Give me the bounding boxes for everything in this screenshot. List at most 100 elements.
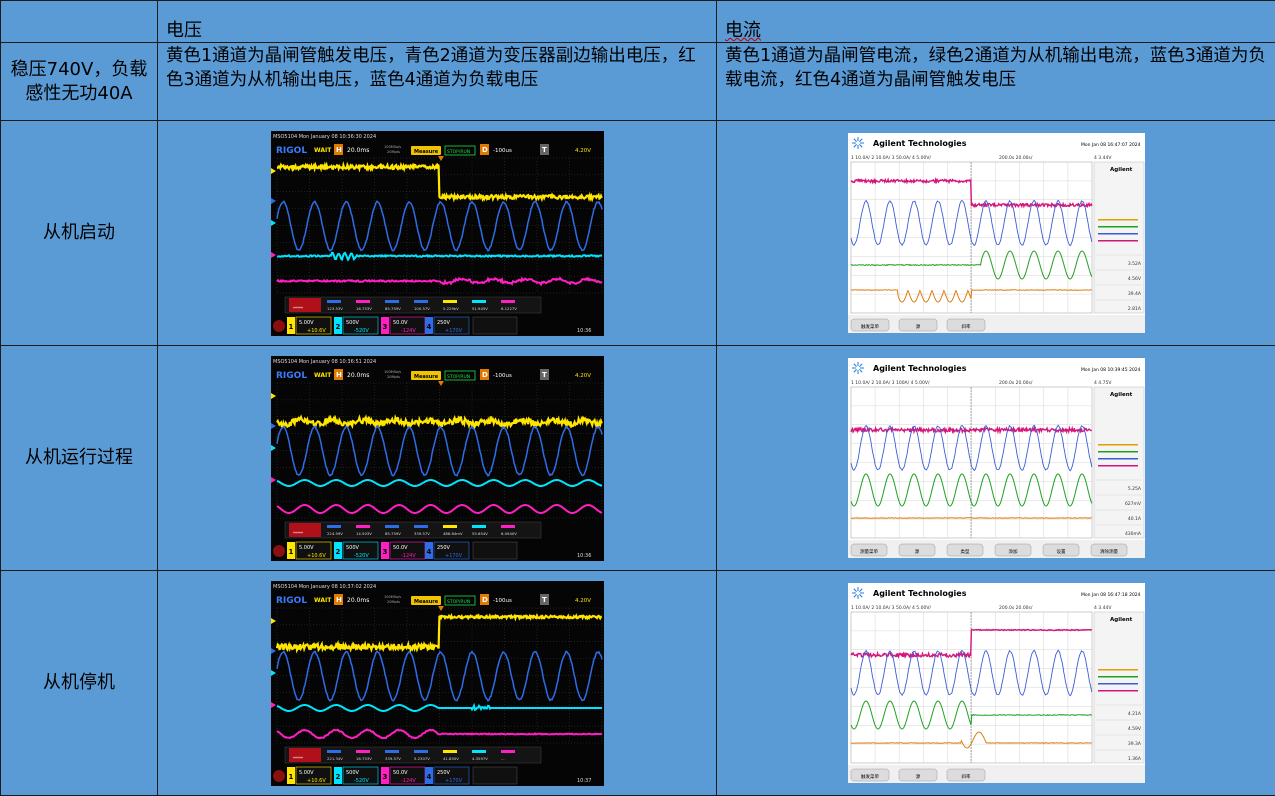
side-panel-bg [1094, 162, 1144, 313]
softkey-label: 类型 [960, 548, 969, 555]
side-measurement-value: 430mA [1124, 531, 1141, 537]
side-measurement-value: 4.21A [1127, 711, 1141, 717]
measurement-value: 488.84mV [443, 531, 463, 536]
channel-color-strip [1098, 219, 1138, 221]
agilent-screen: Agilent TechnologiesMon Jan 08 10:39:45 … [848, 358, 1145, 558]
agilent-brand-text: Agilent Technologies [873, 364, 967, 373]
row-shutdown: 从机停机 MSO5104 Mon January 08 10:37:02 202… [1, 571, 1275, 796]
measurement-label-bar [414, 525, 428, 528]
stop-run-label: STOP/RUN [447, 599, 470, 605]
measurement-label-bar [356, 525, 370, 528]
side-measurement-value: 3.52A [1127, 261, 1141, 267]
row-label: 从机运行过程 [1, 346, 158, 571]
channel-offset-text: -124V [401, 778, 416, 784]
rigol-scope-screenshot: MSO5104 Mon January 08 10:37:02 2024RIGO… [271, 581, 604, 786]
measurement-value: 55.654V [472, 531, 488, 536]
channel-scales-text: 1 10.0A/ 2 10.0A/ 3 50.0A/ 4 5.00V/ [851, 155, 931, 161]
row-startup: 从机启动 MSO5104 Mon January 08 10:36:30 202… [1, 121, 1275, 346]
trigger-text: 4 3.44V [1094, 155, 1112, 161]
side-panel: Agilent5.25A627mV40.1A430mA [1094, 387, 1144, 538]
measurement-value: 224.59V [327, 531, 343, 536]
side-brand: Agilent [1110, 617, 1133, 623]
stop-run-label: STOP/RUN [447, 149, 470, 155]
header-row: 电压 电流 [1, 1, 1275, 43]
measurement-value: 4.3597V [472, 756, 488, 761]
channel-number: 3 [382, 323, 387, 331]
channel-offset-text: -520V [354, 778, 369, 784]
softkey-bar: 触发菜单源斜率 [848, 315, 1145, 333]
timebase-tag-letter: H [336, 371, 342, 379]
softkey-label: 斜率 [961, 773, 970, 780]
power-icon [273, 545, 285, 557]
channel-color-strip [1098, 444, 1138, 446]
channel-scale-text: 500V [346, 320, 360, 326]
softkey-label: 源 [914, 548, 919, 555]
measurement-value: 6.0940V [501, 531, 517, 536]
channel-number: 1 [288, 548, 293, 556]
timebase-text: 20.0ms [347, 372, 369, 379]
channel-scale-text: 50.0V [393, 545, 408, 551]
side-brand: Agilent [1110, 392, 1133, 398]
digital-box [473, 542, 517, 559]
datetime-text: Mon Jan 08 16:47:18 2024 [1081, 592, 1141, 598]
measurement-label-bar [472, 300, 486, 303]
voltage-description: 黄色1通道为晶闸管触发电压，青色2通道为变压器副边输出电压，红色3通道为从机输出… [158, 43, 717, 121]
side-brand: Agilent [1110, 167, 1133, 173]
measurement-label-bar [385, 525, 399, 528]
comparison-table: 电压 电流 稳压740V，负载感性无功40A 黄色1通道为晶闸管触发电压，青色2… [0, 0, 1275, 796]
measurement-label-bar [501, 750, 515, 753]
voltage-scope-cell: MSO5104 Mon January 08 10:37:02 2024RIGO… [158, 571, 717, 796]
current-description: 黄色1通道为晶闸管电流，绿色2通道为从机输出电流，蓝色3通道为负载电流，红色4通… [717, 43, 1275, 121]
rigol-scope-screenshot: MSO5104 Mon January 08 10:36:51 2024RIGO… [271, 356, 604, 561]
delay-tag-letter: D [482, 371, 488, 379]
channel-scale-text: 5.00V [299, 770, 314, 776]
measurement-value: 14.503V [356, 531, 372, 536]
channel-offset-text: +10.6V [307, 328, 326, 334]
measurement-label-bar [327, 750, 341, 753]
channel-number: 1 [288, 323, 293, 331]
channel-color-strip [1098, 683, 1138, 685]
channel-number: 2 [335, 773, 340, 781]
agilent-screen: Agilent TechnologiesMon Jan 08 16:47:07 … [848, 133, 1145, 333]
channel-offset-text: +10.6V [307, 553, 326, 559]
measurement-label-bar [385, 750, 399, 753]
measurement-value: 85.759V [385, 306, 401, 311]
condition-row: 稳压740V，负载感性无功40A 黄色1通道为晶闸管触发电压，青色2通道为变压器… [1, 43, 1275, 121]
row-running: 从机运行过程 MSO5104 Mon January 08 10:36:51 2… [1, 346, 1275, 571]
measurement-value: ... [501, 756, 505, 761]
channel-offset-text: +10.6V [307, 778, 326, 784]
measurement-label-bar [443, 300, 457, 303]
current-scope-cell: Agilent TechnologiesMon Jan 08 10:39:45 … [717, 346, 1275, 571]
channel-scale-text: 5.00V [299, 545, 314, 551]
measurement-value: 221.34V [327, 756, 343, 761]
measurement-value: 5.229kV [443, 306, 459, 311]
trigger-level-text: 4.20V [575, 373, 591, 379]
trigger-level-text: 4.20V [575, 598, 591, 604]
side-measurement-value: 627mV [1124, 501, 1141, 507]
channel-offset-text: +170V [445, 328, 463, 334]
measurement-label-bar [356, 750, 370, 753]
status-text: WAIT [314, 372, 332, 379]
measurement-label-bar [443, 525, 457, 528]
side-panel: Agilent4.21A4.59V39.3A1.36A [1094, 612, 1144, 763]
channel-number: 4 [426, 548, 431, 556]
current-header: 电流 [717, 1, 1275, 43]
channel-scale-text: 50.0V [393, 770, 408, 776]
channel-number: 4 [426, 773, 431, 781]
trigger-tag-letter: T [542, 596, 547, 604]
measurement-value: 100.57V [414, 306, 430, 311]
agilent-scope-screenshot: Agilent TechnologiesMon Jan 08 16:47:18 … [848, 583, 1145, 783]
channel-scale-text: 5.00V [299, 320, 314, 326]
channel-color-strip [1098, 451, 1138, 453]
channel-color-strip [1098, 226, 1138, 228]
trigger-text: 4 4.75V [1094, 380, 1112, 386]
agilent-screen: Agilent TechnologiesMon Jan 08 16:47:18 … [848, 583, 1145, 783]
channel-number: 1 [288, 773, 293, 781]
sample-rate-text: 100MSa/s [384, 145, 401, 149]
power-icon [273, 770, 285, 782]
measurement-value: 123.53V [327, 306, 343, 311]
measurement-value: 16.753V [356, 756, 372, 761]
channel-number: 3 [382, 548, 387, 556]
softkey-label: 触发菜单 [861, 773, 879, 780]
measurement-label-bar [327, 300, 341, 303]
